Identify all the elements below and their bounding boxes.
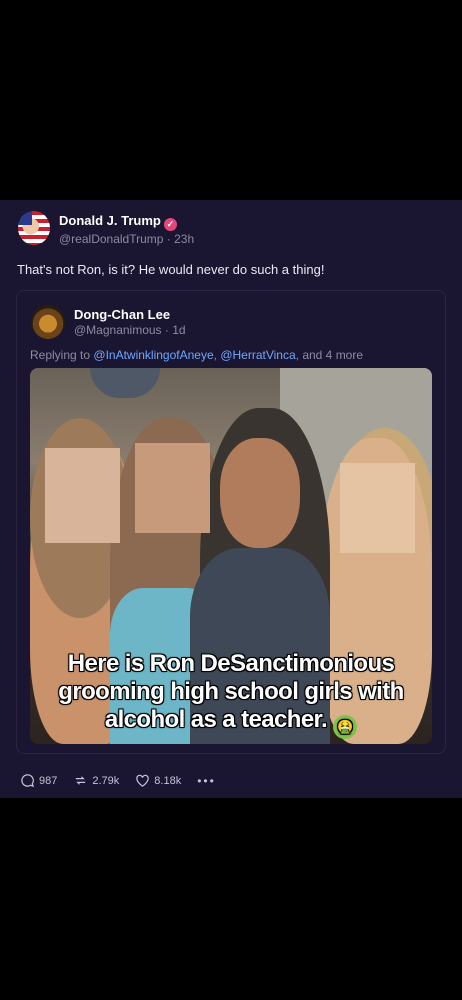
post-card: Donald J. Trump ✓ @realDonaldTrump · 23h … (0, 200, 462, 798)
reply-icon (21, 774, 35, 788)
reply-user-link-2[interactable]: @HerratVinca (220, 348, 295, 362)
post-time: 23h (174, 232, 195, 246)
pixelated-face-2 (135, 443, 210, 533)
media-caption-line-2: grooming high school girls with (58, 678, 404, 705)
more-icon: ••• (197, 773, 216, 788)
reply-prefix: Replying to (30, 348, 91, 362)
author-name-row[interactable]: Donald J. Trump ✓ (59, 213, 177, 231)
photo-person-3-face (220, 438, 300, 548)
action-bar: 987 2.79k 8.18k ••• (20, 773, 216, 788)
quote-time: 1d (172, 323, 186, 337)
media-caption-line-3: alcohol as a teacher. (104, 706, 328, 733)
quoted-post[interactable]: Dong-Chan Lee @Magnanimous · 1d Replying… (16, 290, 446, 754)
more-options-button[interactable]: ••• (197, 774, 216, 788)
reply-context: Replying to @InAtwinklingofAneye, @Herra… (30, 348, 363, 362)
nauseated-face-icon: 🤮 (333, 715, 358, 739)
retruth-count: 2.79k (92, 774, 120, 787)
retruth-icon (76, 776, 86, 785)
quote-author-name[interactable]: Dong-Chan Lee (74, 307, 170, 322)
reply-separator: , (213, 348, 217, 362)
media-caption-line-3-row: alcohol as a teacher. 🤮 (30, 706, 432, 739)
photo-background-clock (90, 368, 160, 398)
like-button[interactable]: 8.18k (135, 773, 181, 788)
quote-author-avatar[interactable] (31, 305, 65, 339)
author-meta: @realDonaldTrump · 23h (59, 232, 195, 246)
heart-icon (136, 774, 150, 787)
author-handle[interactable]: @realDonaldTrump (59, 232, 163, 246)
quote-media-image[interactable]: Here is Ron DeSanctimonious grooming hig… (30, 368, 432, 744)
like-count: 8.18k (154, 774, 182, 787)
quote-author-meta: @Magnanimous · 1d (74, 323, 186, 337)
verified-badge-icon: ✓ (163, 218, 177, 231)
reply-button[interactable]: 987 (20, 773, 57, 788)
author-name[interactable]: Donald J. Trump (59, 213, 161, 228)
reply-suffix[interactable]: , and 4 more (296, 348, 363, 362)
media-caption-line-1: Here is Ron DeSanctimonious (67, 650, 395, 677)
quote-author-handle[interactable]: @Magnanimous (74, 323, 162, 337)
reply-count: 987 (39, 774, 58, 787)
author-avatar[interactable] (18, 211, 50, 245)
pixelated-face-3 (340, 463, 415, 553)
reply-user-link-1[interactable]: @InAtwinklingofAneye (93, 348, 213, 362)
post-text: That's not Ron, is it? He would never do… (17, 262, 325, 277)
media-caption: Here is Ron DeSanctimonious grooming hig… (30, 650, 432, 739)
retruth-button[interactable]: 2.79k (73, 773, 119, 788)
pixelated-face-1 (45, 448, 120, 543)
